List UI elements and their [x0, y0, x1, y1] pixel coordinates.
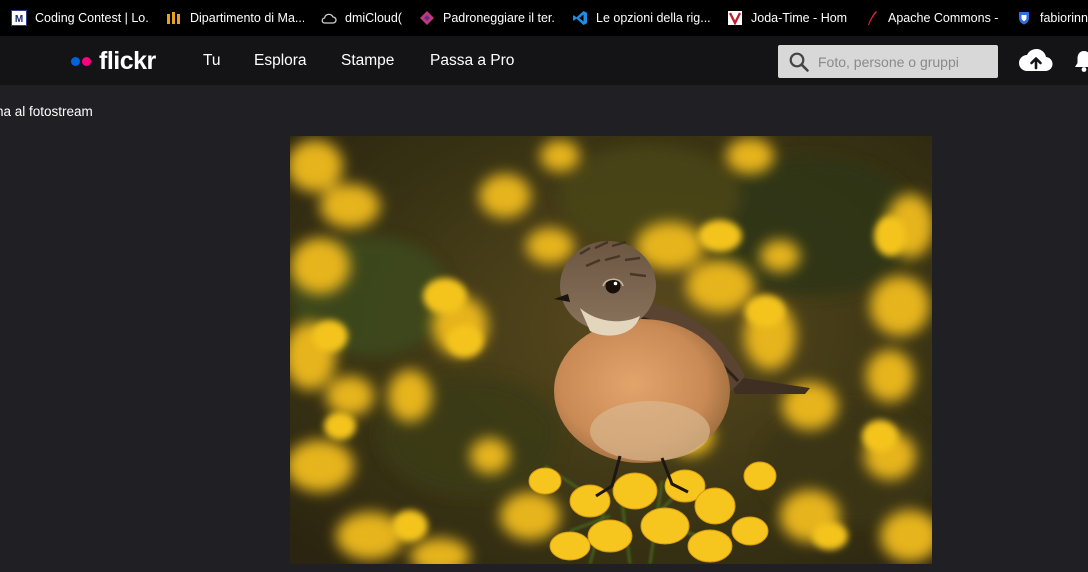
- logo-pink-dot: [82, 56, 91, 66]
- main-photo[interactable]: [290, 136, 932, 564]
- logo-text: flickr: [99, 47, 156, 75]
- bookmark-fabiorinn[interactable]: fabiorinn: [1005, 0, 1088, 36]
- notifications-bell-icon[interactable]: [1072, 48, 1088, 74]
- search-input[interactable]: [818, 53, 988, 70]
- bookmark-label: Joda-Time - Home: [751, 11, 847, 25]
- logo-blue-dot: [71, 56, 80, 66]
- bookmark-label: fabiorinn: [1040, 11, 1088, 25]
- back-link-label: na al fotostream: [0, 104, 93, 119]
- svg-text:M: M: [15, 14, 23, 25]
- nav-label: Passa a Pro: [430, 52, 515, 69]
- bookmark-label: dmiCloud(): [345, 11, 402, 25]
- bookmark-dipartimento[interactable]: Dipartimento di Ma...: [155, 0, 310, 36]
- search-icon[interactable]: [788, 51, 810, 73]
- bookmark-opzioni[interactable]: Le opzioni della rig...: [561, 0, 716, 36]
- nav-label: Stampe: [341, 52, 395, 69]
- bookmark-padroneggiare[interactable]: Padroneggiare il ter...: [408, 0, 561, 36]
- upload-cloud-icon[interactable]: [1019, 47, 1053, 73]
- nav-you[interactable]: Tu: [203, 36, 221, 86]
- nav-label: Esplora: [254, 52, 307, 69]
- bookmark-label: Apache Commons -...: [888, 11, 999, 25]
- flickr-header: flickr Tu Esplora Stampe Passa a Pro: [0, 36, 1088, 86]
- flickr-logo[interactable]: flickr: [71, 47, 156, 75]
- shield-icon: [1016, 10, 1032, 26]
- bookmark-joda-time[interactable]: Joda-Time - Home: [716, 0, 853, 36]
- bookmark-label: Dipartimento di Ma...: [190, 11, 304, 25]
- coding-contest-icon: M: [11, 10, 27, 26]
- nav-go-pro[interactable]: Passa a Pro: [430, 36, 514, 86]
- apache-feather-icon: [864, 10, 880, 26]
- bird-photo-illustration: [290, 136, 932, 564]
- bookmark-apache-commons[interactable]: Apache Commons -...: [853, 0, 1005, 36]
- cloud-icon: [321, 10, 337, 26]
- bookmark-coding-contest[interactable]: M Coding Contest | Lo...: [0, 0, 155, 36]
- bookmark-label: Padroneggiare il ter...: [443, 11, 555, 25]
- back-to-photostream-link[interactable]: na al fotostream: [0, 104, 93, 119]
- bookmark-dmicloud[interactable]: dmiCloud(): [310, 0, 408, 36]
- dipartimento-icon: [166, 10, 182, 26]
- joda-icon: [727, 10, 743, 26]
- bookmark-label: Le opzioni della rig...: [596, 11, 710, 25]
- bookmarks-bar: M Coding Contest | Lo... Dipartimento di…: [0, 0, 1088, 36]
- bookmark-label: Coding Contest | Lo...: [35, 11, 149, 25]
- search-box[interactable]: [778, 45, 998, 78]
- nav-explore[interactable]: Esplora: [254, 36, 307, 86]
- nav-prints[interactable]: Stampe: [341, 36, 394, 86]
- nav-label: Tu: [203, 52, 221, 69]
- diamond-icon: [419, 10, 435, 26]
- vscode-icon: [572, 10, 588, 26]
